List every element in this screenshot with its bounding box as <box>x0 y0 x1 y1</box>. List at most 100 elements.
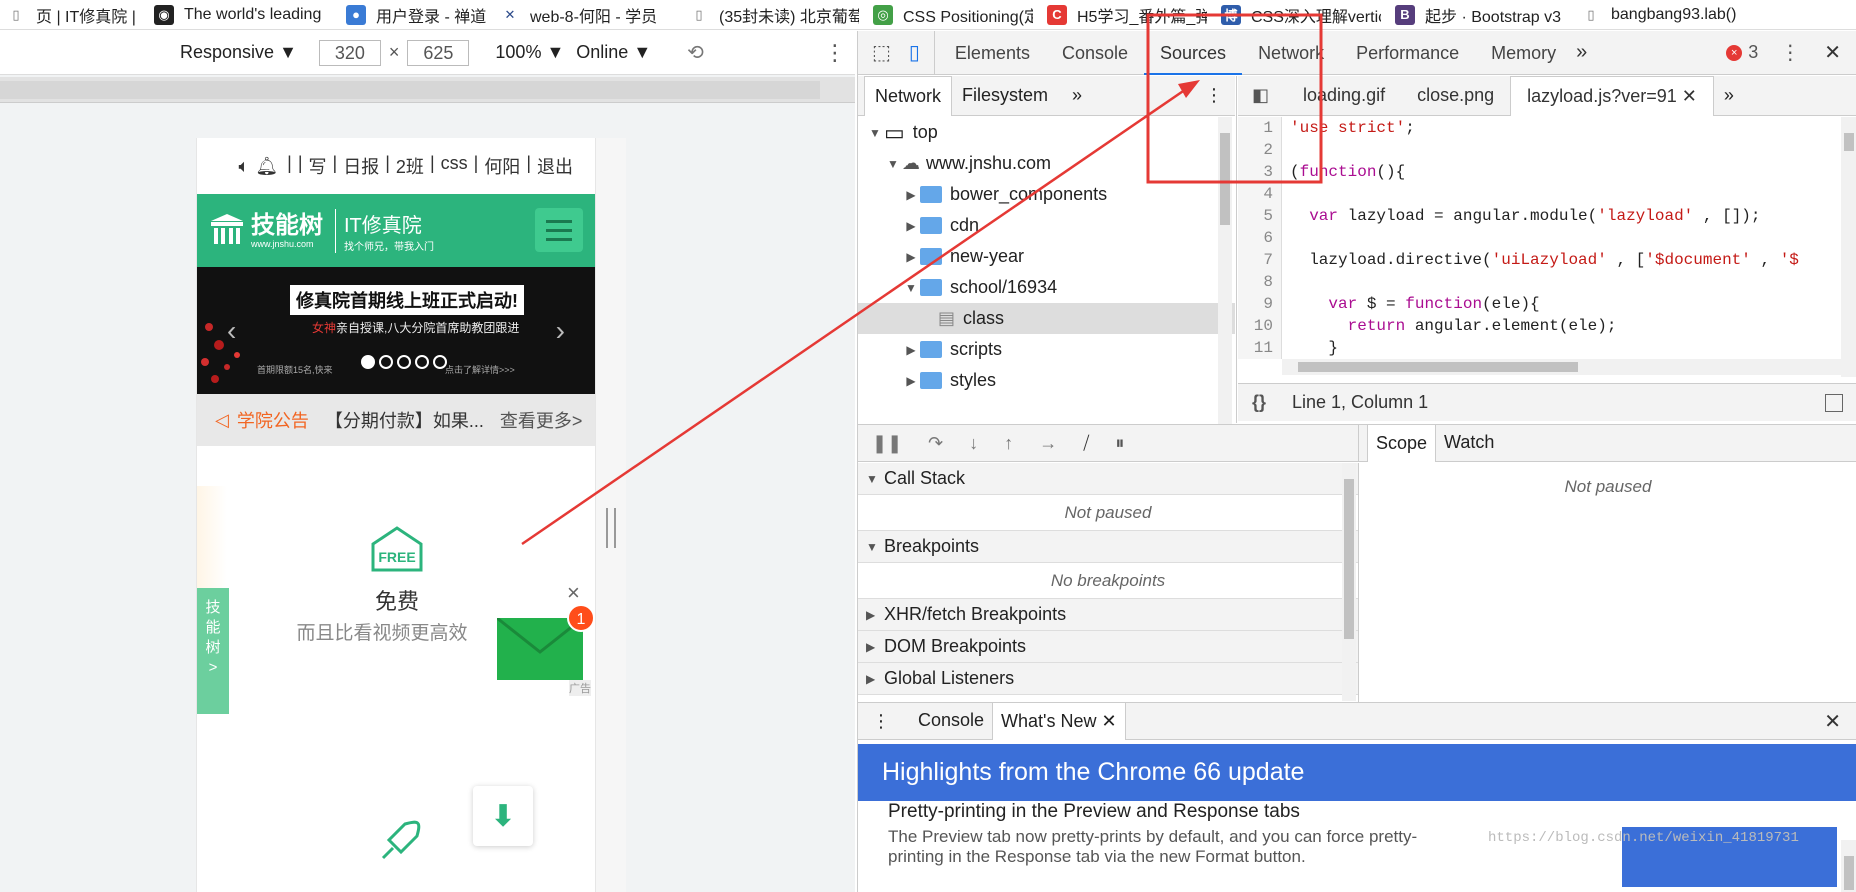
more-options-icon[interactable]: ⋮ <box>824 40 846 66</box>
bookmark-item[interactable]: ✕ web-8-何阳 - 学员 <box>494 3 675 27</box>
carousel-dots[interactable] <box>361 355 447 369</box>
drawer-tab[interactable]: Console <box>910 702 992 740</box>
next-arrow-icon[interactable]: › <box>556 315 565 347</box>
tab-elements[interactable]: Elements <box>939 31 1046 75</box>
notice-more-link[interactable]: 查看更多> <box>500 407 583 433</box>
prev-arrow-icon[interactable]: ‹ <box>227 315 236 347</box>
collapse-arrow-icon[interactable]: ▶ <box>902 374 920 388</box>
bookmark-item[interactable]: ◎ CSS Positioning(定 <box>867 3 1033 27</box>
line-number[interactable]: 1 <box>1238 117 1282 139</box>
bookmark-item[interactable]: C H5学习_番外篇_弹性 <box>1041 3 1207 27</box>
error-counter[interactable]: × 3 <box>1726 42 1758 63</box>
line-number[interactable]: 11 <box>1238 337 1282 359</box>
resize-handle[interactable] <box>606 508 616 548</box>
expand-arrow-icon[interactable]: ▼ <box>902 281 920 295</box>
ad-close-icon[interactable]: × <box>567 580 580 606</box>
scope-tab-watch[interactable]: Watch <box>1436 424 1502 462</box>
device-toggle-icon[interactable]: ▯ <box>909 40 920 65</box>
step-into-icon[interactable]: ↓ <box>969 433 978 454</box>
close-tab-icon[interactable]: ✕ <box>1097 711 1117 731</box>
tab-memory[interactable]: Memory <box>1475 31 1572 75</box>
bookmark-item[interactable]: B 起步 · Bootstrap v3 <box>1389 3 1567 27</box>
dom-breakpoints-header[interactable]: ▶ DOM Breakpoints <box>858 631 1358 663</box>
pause-icon[interactable]: ❚❚ <box>872 433 902 454</box>
editor-tab[interactable]: lazyload.js?ver=91 ✕ <box>1510 75 1714 116</box>
inspect-element-icon[interactable]: ⬚ <box>872 40 891 65</box>
line-number[interactable]: 10 <box>1238 315 1282 337</box>
topnav-link[interactable]: 退出 <box>537 153 573 179</box>
collapse-arrow-icon[interactable]: ▶ <box>902 343 920 357</box>
toggle-debugger-icon[interactable] <box>1825 393 1843 412</box>
step-icon[interactable]: → <box>1039 433 1057 454</box>
drawer-close-icon[interactable]: ✕ <box>1824 709 1841 734</box>
global-listeners-header[interactable]: ▶ Global Listeners <box>858 663 1358 695</box>
tab-performance[interactable]: Performance <box>1340 31 1475 75</box>
bookmark-item[interactable]: ▯ (35封未读) 北京葡萄 <box>683 3 859 27</box>
editor-tab[interactable]: close.png <box>1401 76 1510 116</box>
pretty-print-icon[interactable]: {} <box>1252 392 1266 413</box>
topnav-link[interactable]: css <box>441 153 468 179</box>
line-number[interactable]: 4 <box>1238 183 1282 205</box>
tree-node[interactable]: ▼ school/16934 <box>858 272 1235 303</box>
call-stack-header[interactable]: ▼ Call Stack <box>858 463 1358 495</box>
tree-node[interactable]: ▶ scripts <box>858 334 1235 365</box>
tree-node[interactable]: ▶ styles <box>858 365 1235 396</box>
more-editor-tabs-icon[interactable]: » <box>1724 85 1734 106</box>
bookmark-item[interactable]: ◉ The world's leading <box>148 4 332 25</box>
tab-sources[interactable]: Sources <box>1144 31 1243 75</box>
bookmark-item[interactable]: ● 用户登录 - 禅道 <box>340 3 486 27</box>
bell-icon[interactable]: 🔔︎ <box>255 156 278 177</box>
side-tab[interactable]: 技 能 树 > <box>197 588 229 714</box>
topnav-link[interactable]: 何阳 <box>484 153 520 179</box>
xhr-breakpoints-header[interactable]: ▶ XHR/fetch Breakpoints <box>858 599 1358 631</box>
throttle-select[interactable]: Online ▼ <box>576 42 651 63</box>
breakpoints-header[interactable]: ▼ Breakpoints <box>858 531 1358 563</box>
topnav-link[interactable]: 日报 <box>343 153 379 179</box>
whats-new-scrollbar[interactable] <box>1841 840 1856 892</box>
topnav-link[interactable]: 2班 <box>396 153 424 179</box>
more-nav-tabs-icon[interactable]: » <box>1072 85 1082 106</box>
width-input[interactable]: 320 <box>318 39 381 66</box>
drawer-menu-icon[interactable]: ⋮ <box>872 711 890 732</box>
collapse-arrow-icon[interactable]: ▶ <box>902 188 920 202</box>
line-number[interactable]: 8 <box>1238 271 1282 293</box>
line-number[interactable]: 7 <box>1238 249 1282 271</box>
bookmark-item[interactable]: ▯ 页 | IT修真院 | 更t <box>0 3 140 27</box>
speaker-icon[interactable]: 🔈︎ <box>239 156 250 177</box>
toggle-navigator-icon[interactable]: ◧ <box>1252 85 1269 106</box>
deactivate-breakpoints-icon[interactable]: ⧸ <box>1083 433 1089 454</box>
zoom-select[interactable]: 100% ▼ <box>495 42 564 63</box>
tree-scrollbar[interactable] <box>1218 117 1232 431</box>
code-editor[interactable]: 1 'use strict'; 2 3 (function(){4 5 var lazyl… <box>1238 117 1856 377</box>
debugger-scrollbar[interactable] <box>1342 463 1356 701</box>
tree-node[interactable]: ▼ ▭ top <box>858 117 1235 148</box>
line-number[interactable]: 9 <box>1238 293 1282 315</box>
bookmark-item[interactable]: 博 CSS深入理解vertica <box>1215 3 1381 27</box>
code-scrollbar[interactable] <box>1841 117 1856 377</box>
nav-tab-network[interactable]: Network <box>864 75 953 116</box>
more-tabs-icon[interactable]: » <box>1576 41 1587 64</box>
notice-text[interactable]: 【分期付款】如果... <box>325 407 484 433</box>
tree-node[interactable]: ▼ ☁ www.jnshu.com <box>858 148 1235 179</box>
rotate-icon[interactable]: ⟲ <box>687 40 704 65</box>
download-arrow-icon[interactable]: ⬇ <box>473 786 533 846</box>
topnav-link[interactable]: 写 <box>309 153 327 179</box>
nav-tab-filesystem[interactable]: Filesystem <box>952 76 1058 116</box>
hamburger-menu-button[interactable] <box>535 208 583 252</box>
step-out-icon[interactable]: ↑ <box>1004 433 1013 454</box>
navigator-menu-icon[interactable]: ⋮ <box>1205 85 1223 106</box>
tree-node[interactable]: ▤ class <box>858 303 1235 334</box>
tree-node[interactable]: ▶ cdn <box>858 210 1235 241</box>
bookmark-item[interactable]: ▯ bangbang93.lab() <box>1575 5 1791 25</box>
devtools-menu-icon[interactable]: ⋮ <box>1780 40 1800 65</box>
device-mode-select[interactable]: Responsive ▼ <box>180 42 297 63</box>
editor-tab[interactable]: loading.gif <box>1287 76 1401 116</box>
tree-node[interactable]: ▶ new-year <box>858 241 1235 272</box>
drawer-tab[interactable]: What's New ✕ <box>992 702 1126 740</box>
expand-arrow-icon[interactable]: ▼ <box>866 126 884 140</box>
banner-carousel[interactable]: ‹ › 修真院首期线上班正式启动! 女神亲自授课,八大分院首席助教团跟进 首期限… <box>197 267 595 394</box>
devtools-close-icon[interactable]: ✕ <box>1824 40 1841 65</box>
scope-tab-scope[interactable]: Scope <box>1367 424 1437 462</box>
line-number[interactable]: 2 <box>1238 139 1282 161</box>
line-number[interactable]: 5 <box>1238 205 1282 227</box>
